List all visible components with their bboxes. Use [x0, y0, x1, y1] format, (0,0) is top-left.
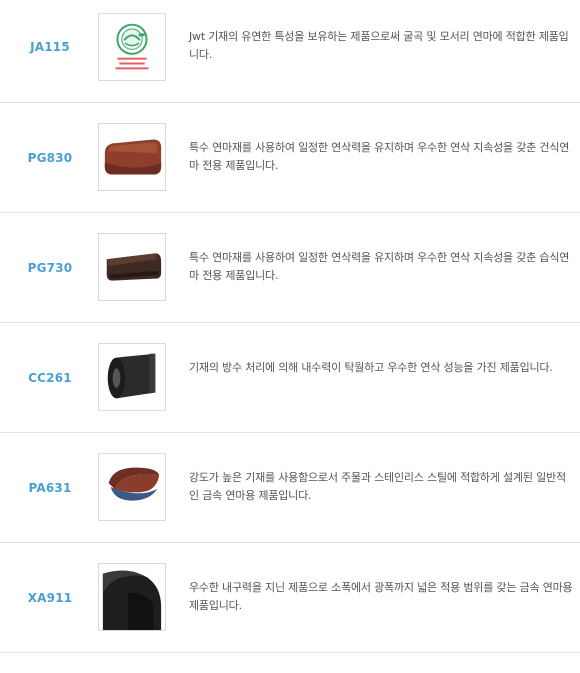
product-description: 특수 연마재를 사용하여 일정한 연삭력을 유지하며 우수한 연삭 지속성을 갖… — [189, 251, 570, 282]
certification-logo-image[interactable] — [98, 13, 166, 81]
product-code[interactable]: PG730 — [0, 261, 100, 275]
product-row: XA911 우수한 내구력을 지닌 제품으로 소폭에서 광폭까지 넓은 적용 범… — [0, 543, 580, 653]
product-list: JA115 Jwt 기재의 유연한 특성을 보유하는 제품으로써 굴곡 및 모서… — [0, 0, 580, 653]
product-description: 강도가 높은 기재를 사용함으로서 주물과 스테인리스 스틸에 적합하게 설계된… — [189, 471, 566, 502]
product-row: JA115 Jwt 기재의 유연한 특성을 보유하는 제품으로써 굴곡 및 모서… — [0, 0, 580, 103]
product-code[interactable]: PA631 — [0, 481, 100, 495]
certification-logo-icon — [99, 14, 165, 80]
abrasive-roll-black-icon — [99, 344, 165, 410]
sanding-belt-loop-image[interactable] — [98, 453, 166, 521]
sanding-belt-brown-icon — [99, 124, 165, 190]
product-row: PA631 강도가 높은 기재를 사용함으로서 주물과 스테인리스 스틸에 적합… — [0, 433, 580, 543]
abrasive-roll-black-image[interactable] — [98, 343, 166, 411]
wide-belt-black-image[interactable] — [98, 563, 166, 631]
product-description: 특수 연마재를 사용하여 일정한 연삭력을 유지하며 우수한 연삭 지속성을 갖… — [189, 141, 570, 172]
sanding-belt-brown-image[interactable] — [98, 123, 166, 191]
sanding-belt-dark-brown-image[interactable] — [98, 233, 166, 301]
product-description: 우수한 내구력을 지닌 제품으로 소폭에서 광폭까지 넓은 적용 범위를 갖는 … — [189, 581, 573, 612]
product-code[interactable]: CC261 — [0, 371, 100, 385]
product-row: PG730 특수 연마재를 사용하여 일정한 연삭력을 유지하며 우수한 연삭 … — [0, 213, 580, 323]
product-description: 기재의 방수 처리에 의해 내수력이 탁월하고 우수한 연삭 성능을 가진 제품… — [189, 361, 553, 374]
product-code[interactable]: XA911 — [0, 591, 100, 605]
product-description: Jwt 기재의 유연한 특성을 보유하는 제품으로써 굴곡 및 모서리 연마에 … — [189, 30, 569, 61]
sanding-belt-dark-brown-icon — [99, 234, 165, 300]
wide-belt-black-icon — [99, 564, 165, 630]
product-code[interactable]: PG830 — [0, 151, 100, 165]
sanding-belt-loop-icon — [99, 454, 165, 520]
product-row: CC261 기재의 방수 처리에 의해 내수력이 탁월하고 우수한 연삭 성능을… — [0, 323, 580, 433]
product-row: PG830 특수 연마재를 사용하여 일정한 연삭력을 유지하며 우수한 연삭 … — [0, 103, 580, 213]
product-code[interactable]: JA115 — [0, 40, 100, 54]
